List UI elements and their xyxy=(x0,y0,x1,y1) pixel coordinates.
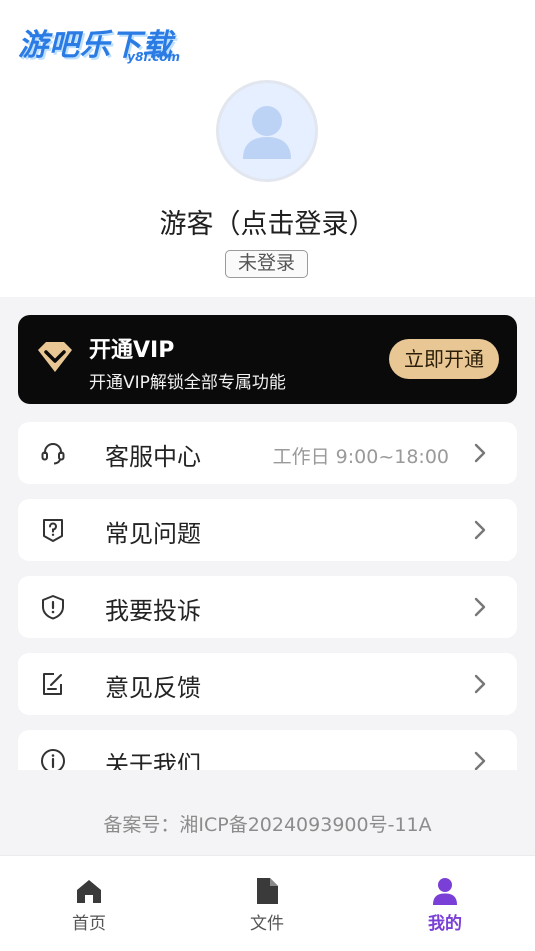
menu-item-customer-service[interactable]: 客服中心 工作日 9:00~18:00 xyxy=(18,422,517,484)
app-logo: 游吧乐下载 y8l.com xyxy=(18,20,188,66)
avatar[interactable] xyxy=(216,80,318,182)
alert-icon xyxy=(42,595,64,620)
service-hours: 工作日 9:00~18:00 xyxy=(272,446,449,468)
chevron-right-icon xyxy=(474,751,486,770)
menu-item-complaint[interactable]: 我要投诉 xyxy=(18,576,517,638)
vip-subtitle: 开通VIP解锁全部专属功能 xyxy=(89,373,286,393)
menu-label: 客服中心 xyxy=(105,443,201,471)
user-avatar-icon xyxy=(243,106,291,159)
info-icon xyxy=(41,749,65,770)
chevron-right-icon xyxy=(474,597,486,617)
chevron-right-icon xyxy=(474,674,486,694)
menu-list: 客服中心 工作日 9:00~18:00 常见问题 我要投诉 意见反馈 关于我们 xyxy=(0,420,535,770)
menu-label: 意见反馈 xyxy=(105,674,201,702)
tab-home[interactable]: 首页 xyxy=(44,876,134,934)
icp-record: 备案号：湘ICP备2024093900号-11A xyxy=(103,814,432,836)
menu-item-faq[interactable]: 常见问题 xyxy=(18,499,517,561)
file-icon xyxy=(257,878,278,904)
vip-title: 开通VIP xyxy=(89,338,175,363)
open-vip-button[interactable]: 立即开通 xyxy=(389,339,499,379)
vip-banner[interactable]: 开通VIP 开通VIP解锁全部专属功能 立即开通 xyxy=(18,315,517,404)
question-icon xyxy=(43,519,63,542)
diamond-icon xyxy=(38,342,72,372)
tab-label: 文件 xyxy=(250,914,284,934)
tab-mine[interactable]: 我的 xyxy=(400,876,490,934)
menu-item-feedback[interactable]: 意见反馈 xyxy=(18,653,517,715)
logo-domain: y8l.com xyxy=(127,50,180,64)
home-icon xyxy=(77,880,101,903)
menu-label: 常见问题 xyxy=(105,520,201,548)
menu-item-about[interactable]: 关于我们 xyxy=(18,730,517,770)
profile-header: 游吧乐下载 y8l.com 游客（点击登录） 未登录 xyxy=(0,0,535,297)
tab-label: 我的 xyxy=(428,914,462,934)
bottom-tab-bar: 首页 文件 我的 xyxy=(0,855,535,951)
tab-label: 首页 xyxy=(72,914,106,934)
headset-icon xyxy=(41,443,65,465)
tab-files[interactable]: 文件 xyxy=(222,876,312,934)
profile-icon xyxy=(433,878,457,905)
menu-label: 我要投诉 xyxy=(105,597,201,625)
login-prompt[interactable]: 游客（点击登录） xyxy=(0,202,535,241)
chevron-right-icon xyxy=(474,520,486,540)
chevron-right-icon xyxy=(474,443,486,463)
menu-label: 关于我们 xyxy=(105,751,201,770)
login-status-badge: 未登录 xyxy=(225,250,308,278)
feedback-edit-icon xyxy=(43,673,62,695)
